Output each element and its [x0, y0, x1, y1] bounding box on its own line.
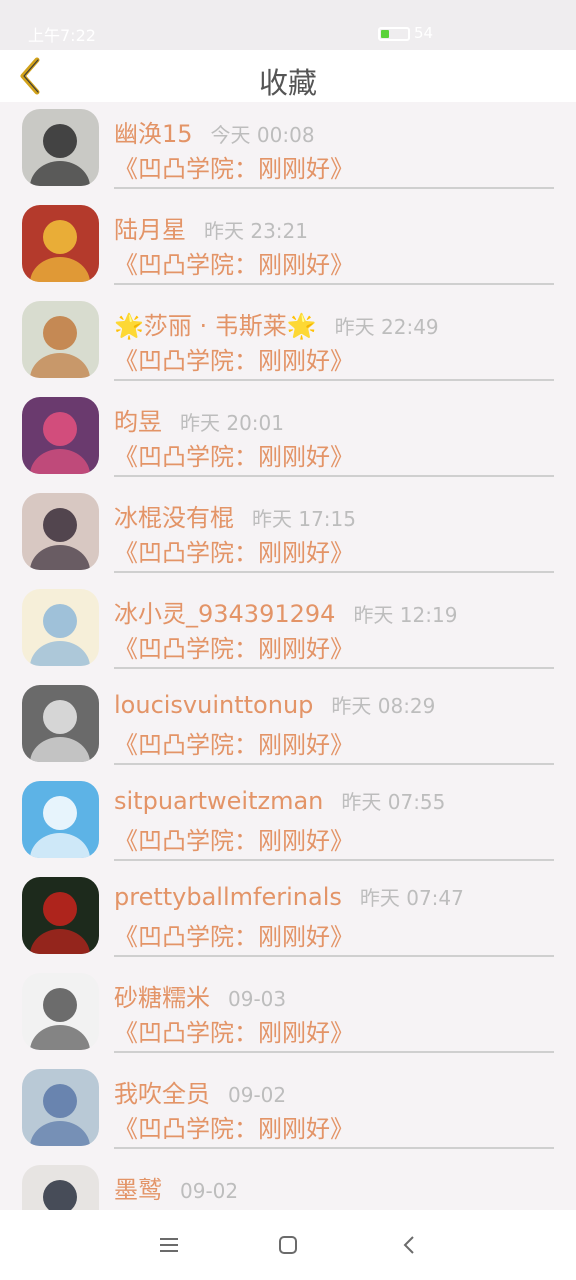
timestamp: 昨天 07:55 — [341, 790, 446, 814]
user-name[interactable]: 砂糖糯米 — [114, 978, 210, 1013]
divider — [114, 283, 554, 285]
user-name[interactable]: 幽涣15 — [114, 114, 193, 149]
home-button[interactable] — [271, 1228, 305, 1262]
user-name[interactable]: 🌟莎丽 · 韦斯莱🌟 — [114, 306, 317, 341]
user-name[interactable]: sitpuartweitzman — [114, 787, 323, 815]
timestamp: 昨天 07:47 — [359, 886, 464, 910]
list-item[interactable]: 砂糖糯米 09-03 《凹凸学院：刚刚好》 — [0, 966, 576, 1062]
timestamp: 09-02 — [228, 1083, 287, 1107]
timestamp: 09-02 — [180, 1179, 239, 1203]
user-name[interactable]: loucisvuinttonup — [114, 691, 313, 719]
divider — [114, 1051, 554, 1053]
timestamp: 昨天 17:15 — [252, 507, 356, 531]
menu-icon — [160, 1238, 178, 1252]
battery-icon — [378, 27, 410, 41]
avatar[interactable] — [22, 109, 99, 186]
avatar[interactable] — [22, 205, 99, 282]
avatar[interactable] — [22, 301, 99, 378]
home-square-icon — [279, 1236, 297, 1254]
work-title[interactable]: 《凹凸学院：刚刚好》 — [114, 725, 354, 760]
user-name[interactable]: prettyballmferinals — [114, 883, 342, 911]
list-item[interactable]: sitpuartweitzman 昨天 07:55 《凹凸学院：刚刚好》 — [0, 774, 576, 870]
system-back-button[interactable] — [392, 1228, 426, 1262]
list-item[interactable]: 冰棍没有棍 昨天 17:15 《凹凸学院：刚刚好》 — [0, 486, 576, 582]
divider — [114, 571, 554, 573]
timestamp: 昨天 08:29 — [331, 694, 436, 718]
divider — [114, 763, 554, 765]
name-row: 🌟莎丽 · 韦斯莱🌟 昨天 22:49 — [114, 306, 439, 341]
name-row: 我吹全员 09-02 — [114, 1074, 286, 1109]
name-row: 砂糖糯米 09-03 — [114, 978, 286, 1013]
title-bar: 收藏 — [0, 50, 576, 102]
name-row: prettyballmferinals 昨天 07:47 — [114, 882, 464, 911]
favorites-list: 幽涣15 今天 00:08 《凹凸学院：刚刚好》 陆月星 昨天 23:21 《凹凸学院：刚… — [0, 102, 576, 1210]
user-name[interactable]: 冰棍没有棍 — [114, 498, 234, 533]
work-title[interactable]: 《凹凸学院：刚刚好》 — [114, 245, 354, 280]
timestamp: 09-03 — [228, 987, 287, 1011]
avatar[interactable] — [22, 589, 99, 666]
name-row: 墨鹫 09-02 — [114, 1170, 238, 1205]
work-title[interactable]: 《凹凸学院：刚刚好》 — [114, 1013, 354, 1048]
avatar[interactable] — [22, 1165, 99, 1210]
list-item[interactable]: loucisvuinttonup 昨天 08:29 《凹凸学院：刚刚好》 — [0, 678, 576, 774]
avatar[interactable] — [22, 781, 99, 858]
status-bar: 上午7:22 54 — [0, 0, 576, 50]
work-title[interactable]: 《凹凸学院：刚刚好》 — [114, 1109, 354, 1144]
list-item[interactable]: 陆月星 昨天 23:21 《凹凸学院：刚刚好》 — [0, 198, 576, 294]
user-name[interactable]: 我吹全员 — [114, 1074, 210, 1109]
work-title[interactable]: 《凹凸学院：刚刚好》 — [114, 149, 354, 184]
avatar[interactable] — [22, 1069, 99, 1146]
work-title[interactable]: 《凹凸学院：刚刚好》 — [114, 341, 354, 376]
list-item[interactable]: 昀昱 昨天 20:01 《凹凸学院：刚刚好》 — [0, 390, 576, 486]
page-title: 收藏 — [258, 66, 317, 100]
name-row: 冰小灵_934391294 昨天 12:19 — [114, 594, 457, 629]
avatar[interactable] — [22, 685, 99, 762]
list-item[interactable]: 幽涣15 今天 00:08 《凹凸学院：刚刚好》 — [0, 102, 576, 198]
divider — [114, 1147, 554, 1149]
work-title[interactable]: 《凹凸学院：刚刚好》 — [114, 821, 354, 856]
work-title[interactable]: 《凹凸学院：刚刚好》 — [114, 533, 354, 568]
status-time: 上午7:22 — [28, 26, 96, 45]
timestamp: 今天 00:08 — [210, 123, 315, 147]
list-item[interactable]: 冰小灵_934391294 昨天 12:19 《凹凸学院：刚刚好》 — [0, 582, 576, 678]
avatar[interactable] — [22, 397, 99, 474]
divider — [114, 475, 554, 477]
timestamp: 昨天 12:19 — [353, 603, 458, 627]
name-row: loucisvuinttonup 昨天 08:29 — [114, 690, 435, 719]
work-title[interactable]: 《凹凸学院：刚刚好》 — [114, 437, 354, 472]
avatar[interactable] — [22, 973, 99, 1050]
name-row: 冰棍没有棍 昨天 17:15 — [114, 498, 356, 533]
name-row: sitpuartweitzman 昨天 07:55 — [114, 786, 445, 815]
user-name[interactable]: 昀昱 — [114, 402, 162, 437]
work-title[interactable]: 《凹凸学院：刚刚好》 — [114, 629, 354, 664]
back-chevron-icon — [403, 1236, 414, 1254]
menu-button[interactable] — [152, 1228, 186, 1262]
name-row: 昀昱 昨天 20:01 — [114, 402, 284, 437]
list-item[interactable]: 墨鹫 09-02 — [0, 1158, 576, 1210]
user-name[interactable]: 墨鹫 — [114, 1170, 162, 1205]
list-item[interactable]: 我吹全员 09-02 《凹凸学院：刚刚好》 — [0, 1062, 576, 1158]
avatar[interactable] — [22, 493, 99, 570]
name-row: 幽涣15 今天 00:08 — [114, 114, 315, 149]
system-nav-bar — [0, 1210, 576, 1280]
divider — [114, 859, 554, 861]
divider — [114, 187, 554, 189]
user-name[interactable]: 冰小灵_934391294 — [114, 594, 335, 629]
divider — [114, 379, 554, 381]
divider — [114, 667, 554, 669]
name-row: 陆月星 昨天 23:21 — [114, 210, 308, 245]
user-name[interactable]: 陆月星 — [114, 210, 186, 245]
timestamp: 昨天 23:21 — [204, 219, 308, 243]
timestamp: 昨天 22:49 — [334, 315, 439, 339]
list-item[interactable]: prettyballmferinals 昨天 07:47 《凹凸学院：刚刚好》 — [0, 870, 576, 966]
work-title[interactable]: 《凹凸学院：刚刚好》 — [114, 917, 354, 952]
list-item[interactable]: 🌟莎丽 · 韦斯莱🌟 昨天 22:49 《凹凸学院：刚刚好》 — [0, 294, 576, 390]
battery-level: 54 — [414, 24, 434, 42]
avatar[interactable] — [22, 877, 99, 954]
divider — [114, 955, 554, 957]
timestamp: 昨天 20:01 — [180, 411, 284, 435]
